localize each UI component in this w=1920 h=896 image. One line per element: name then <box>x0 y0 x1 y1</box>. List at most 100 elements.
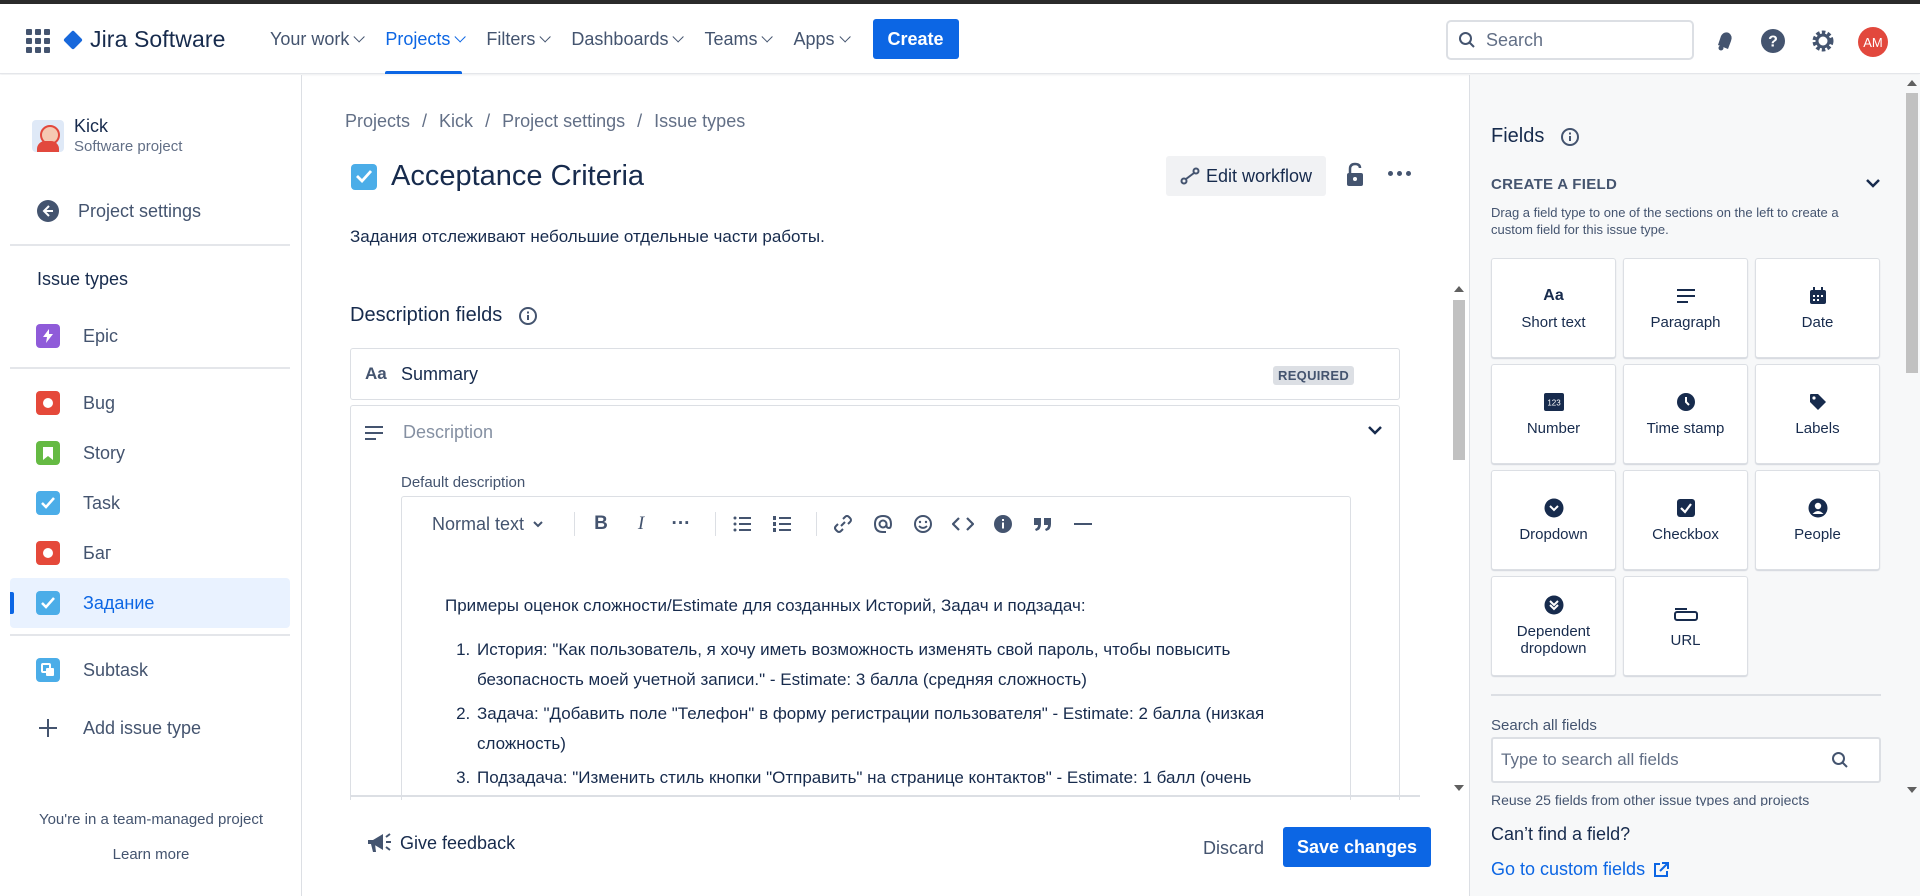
required-badge: REQUIRED <box>1273 366 1355 385</box>
more-formatting-button[interactable]: ··· <box>665 508 697 540</box>
scroll-down-arrow[interactable] <box>1454 785 1464 791</box>
main-scrollbar[interactable] <box>1450 280 1466 796</box>
give-feedback-label: Give feedback <box>400 832 516 853</box>
quote-icon[interactable] <box>1027 508 1059 540</box>
help-icon[interactable]: ? <box>1760 28 1786 54</box>
info-icon[interactable] <box>1560 127 1580 147</box>
checkbox-icon <box>1676 498 1696 518</box>
scrollbar-thumb[interactable] <box>1906 93 1918 373</box>
search-fields-input[interactable] <box>1501 750 1831 770</box>
chevron-down-icon <box>838 31 851 43</box>
sidebar-item-subtask[interactable]: Subtask <box>10 645 290 695</box>
search-input[interactable] <box>1486 29 1666 51</box>
field-tile-time-stamp[interactable]: Time stamp <box>1623 364 1748 464</box>
sidebar-item-label: Epic <box>83 325 119 346</box>
save-changes-button[interactable]: Save changes <box>1283 827 1432 867</box>
back-to-project-settings[interactable]: Project settings <box>10 186 290 236</box>
user-avatar[interactable]: AM <box>1858 27 1888 57</box>
info-icon[interactable] <box>518 306 538 326</box>
link-icon[interactable] <box>827 508 859 540</box>
field-tile-date[interactable]: Date <box>1755 258 1880 358</box>
sidebar-item-bag[interactable]: Баг <box>10 528 290 578</box>
field-tile-dropdown[interactable]: Dropdown <box>1491 470 1616 570</box>
app-switcher-icon[interactable] <box>26 29 50 53</box>
sidebar-item-bug[interactable]: Bug <box>10 378 290 428</box>
learn-more-link[interactable]: Learn more <box>0 846 302 863</box>
editor-content[interactable]: Примеры оценок сложности/Estimate для со… <box>445 591 1305 797</box>
sidebar-item-zadanie[interactable]: Задание <box>10 578 290 628</box>
scroll-up-arrow[interactable] <box>1907 80 1917 86</box>
nav-apps[interactable]: Apps <box>785 4 854 74</box>
settings-gear-icon[interactable] <box>1810 28 1836 54</box>
field-tile-people[interactable]: People <box>1755 470 1880 570</box>
scroll-up-arrow[interactable] <box>1454 286 1464 292</box>
discard-button[interactable]: Discard <box>1203 838 1264 859</box>
team-managed-note: You're in a team-managed project <box>38 811 264 828</box>
global-search[interactable] <box>1446 20 1694 60</box>
scroll-down-arrow[interactable] <box>1907 787 1917 793</box>
nav-filters[interactable]: Filters <box>478 4 555 74</box>
sidebar-item-story[interactable]: Story <box>10 428 290 478</box>
add-issue-type-button[interactable]: Add issue type <box>10 703 290 753</box>
jira-logo[interactable]: Jira Software <box>62 26 226 53</box>
breadcrumb-kick[interactable]: Kick <box>439 111 473 132</box>
megaphone-icon <box>368 833 391 852</box>
breadcrumb-project-settings[interactable]: Project settings <box>502 111 625 132</box>
page-title[interactable]: Acceptance Criteria <box>391 160 644 193</box>
nav-dashboards[interactable]: Dashboards <box>563 4 688 74</box>
sidebar-item-epic[interactable]: Epic <box>10 311 290 361</box>
dependent-dropdown-icon <box>1544 595 1564 615</box>
info-panel-icon[interactable] <box>987 508 1019 540</box>
summary-field[interactable]: Aa Summary REQUIRED <box>350 348 1400 400</box>
divider-icon[interactable] <box>1067 508 1099 540</box>
nav-label: Projects <box>385 28 451 49</box>
custom-fields-link[interactable]: Go to custom fields <box>1491 859 1670 880</box>
give-feedback-button[interactable]: Give feedback <box>366 831 515 855</box>
code-icon[interactable] <box>947 508 979 540</box>
fields-panel-scrollbar[interactable] <box>1902 75 1920 796</box>
cant-find-field-text: Can’t find a field? <box>1491 824 1631 844</box>
field-tile-paragraph[interactable]: Paragraph <box>1623 258 1748 358</box>
edit-workflow-button[interactable]: Edit workflow <box>1166 156 1327 196</box>
nav-teams[interactable]: Teams <box>696 4 777 74</box>
chevron-down-icon <box>454 31 467 43</box>
custom-fields-link-label: Go to custom fields <box>1491 859 1646 879</box>
project-header[interactable]: Kick Software project <box>32 115 182 157</box>
toolbar-separator <box>715 512 717 536</box>
chevron-down-icon[interactable] <box>1865 175 1881 191</box>
mention-icon[interactable] <box>867 508 899 540</box>
tile-label: Time stamp <box>1646 419 1725 437</box>
italic-button[interactable]: I <box>625 508 657 540</box>
svg-text:?: ? <box>1768 34 1778 51</box>
chevron-down-icon[interactable] <box>1367 422 1383 438</box>
nav-projects[interactable]: Projects <box>377 4 470 74</box>
field-tile-short-text[interactable]: Aa Short text <box>1491 258 1616 358</box>
sidebar-item-label: Баг <box>83 542 112 563</box>
text-style-dropdown[interactable]: Normal text <box>432 514 544 535</box>
create-button[interactable]: Create <box>872 19 959 59</box>
breadcrumb-projects[interactable]: Projects <box>345 111 410 132</box>
fields-panel-title: Fields <box>1491 125 1580 148</box>
field-tile-url[interactable]: URL <box>1623 576 1748 676</box>
nav-your-work[interactable]: Your work <box>262 4 369 74</box>
breadcrumb-issue-types[interactable]: Issue types <box>654 111 745 132</box>
sidebar-item-label: Subtask <box>83 659 149 680</box>
description-field-header[interactable]: Description <box>365 422 493 443</box>
field-tile-labels[interactable]: Labels <box>1755 364 1880 464</box>
bullet-list-icon[interactable] <box>726 508 758 540</box>
more-actions-icon[interactable] <box>1388 171 1411 176</box>
task-checkbox-icon[interactable] <box>351 163 377 190</box>
emoji-icon[interactable] <box>907 508 939 540</box>
bold-button[interactable]: B <box>585 508 617 540</box>
field-tile-number[interactable]: 123 Number <box>1491 364 1616 464</box>
unlock-icon[interactable] <box>1345 162 1365 188</box>
sidebar-item-task[interactable]: Task <box>10 478 290 528</box>
scrollbar-thumb[interactable] <box>1453 300 1465 460</box>
notifications-icon[interactable] <box>1712 28 1738 54</box>
field-tile-checkbox[interactable]: Checkbox <box>1623 470 1748 570</box>
search-all-fields[interactable] <box>1491 737 1881 783</box>
numbered-list-icon[interactable] <box>766 508 798 540</box>
field-tile-dependent-dropdown[interactable]: Dependent dropdown <box>1491 576 1616 676</box>
main-content: Projects / Kick / Project settings / Iss… <box>303 75 1468 896</box>
external-link-icon <box>1654 861 1670 877</box>
